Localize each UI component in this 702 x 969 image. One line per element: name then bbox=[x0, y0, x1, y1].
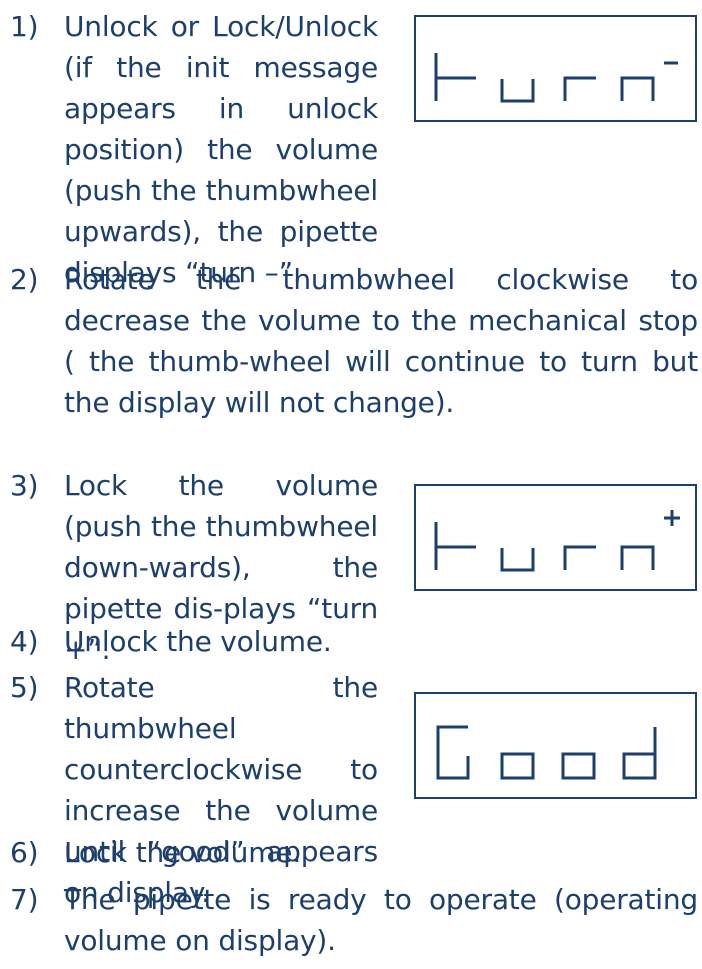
segment-t bbox=[434, 53, 476, 101]
segment-t bbox=[434, 522, 476, 570]
segment-d bbox=[622, 727, 657, 780]
segment-o-1 bbox=[500, 752, 535, 780]
segment-r bbox=[563, 545, 596, 570]
step-number: 3) bbox=[10, 469, 39, 502]
segment-u bbox=[500, 79, 535, 103]
step-5: 5) Rotate the thumbwheel counterclockwis… bbox=[10, 667, 378, 913]
lcd-segments-turn-plus bbox=[434, 510, 680, 572]
step-number: 6) bbox=[10, 836, 39, 869]
step-4: 4) Unlock the volume. bbox=[10, 621, 698, 662]
step-number: 1) bbox=[10, 10, 39, 43]
step-text: Lock the volume. bbox=[64, 836, 302, 869]
step-text: Rotate the thumbwheel counterclockwise t… bbox=[64, 671, 378, 909]
step-6: 6) Lock the volume. bbox=[10, 832, 698, 873]
segment-g bbox=[436, 725, 470, 780]
lcd-display-turn-plus: turn + bbox=[414, 484, 697, 591]
step-text: Unlock or Lock/Unlock (if the init messa… bbox=[64, 10, 378, 289]
segment-r bbox=[563, 76, 596, 101]
step-text: The pipette is ready to operate (operati… bbox=[64, 883, 698, 957]
step-number: 4) bbox=[10, 625, 39, 658]
lcd-segments-good bbox=[436, 725, 657, 780]
segment-plus bbox=[664, 510, 680, 526]
step-1: 1) Unlock or Lock/Unlock (if the init me… bbox=[10, 6, 378, 293]
lcd-display-good: Good bbox=[414, 692, 697, 799]
segment-n bbox=[620, 76, 655, 101]
step-number: 5) bbox=[10, 671, 39, 704]
segment-u bbox=[500, 548, 535, 572]
lcd-display-turn-minus: turn - bbox=[414, 15, 697, 122]
step-text: Unlock the volume. bbox=[64, 625, 332, 658]
instruction-page: 1) Unlock or Lock/Unlock (if the init me… bbox=[0, 0, 702, 969]
step-number: 7) bbox=[10, 883, 39, 916]
segment-n bbox=[620, 545, 655, 570]
lcd-segments-turn-minus bbox=[434, 53, 678, 103]
step-2: 2) Rotate the thumbwheel clockwise to de… bbox=[10, 259, 698, 423]
step-7: 7) The pipette is ready to operate (oper… bbox=[10, 879, 698, 961]
step-text: Rotate the thumbwheel clockwise to decre… bbox=[64, 263, 698, 419]
step-number: 2) bbox=[10, 263, 39, 296]
segment-o-2 bbox=[561, 752, 596, 780]
